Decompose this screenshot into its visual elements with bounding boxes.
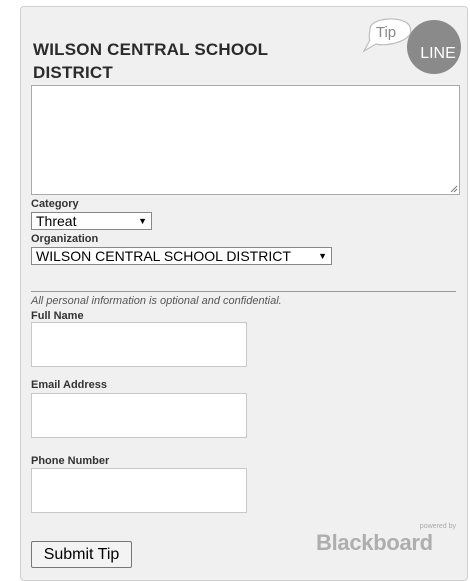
submit-tip-button[interactable]: Submit Tip [31,541,132,568]
logo-line-text: LINE [420,45,456,62]
divider [31,291,456,292]
category-selected-value: Threat [36,213,77,229]
logo-tip-text: Tip [376,24,396,41]
phone-input[interactable] [31,468,247,513]
powered-by-text: powered by [419,523,456,530]
privacy-note: All personal information is optional and… [31,295,282,307]
category-select[interactable]: Threat ▼ [31,212,152,230]
resize-grip-icon[interactable] [450,185,458,193]
tipline-logo: Tip LINE [362,18,461,74]
category-label: Category [31,198,79,210]
organization-selected-value: WILSON CENTRAL SCHOOL DISTRICT [36,248,291,264]
email-label: Email Address [31,379,108,391]
organization-label: Organization [31,233,99,245]
phone-label: Phone Number [31,455,110,467]
organization-select[interactable]: WILSON CENTRAL SCHOOL DISTRICT ▼ [31,247,332,265]
full-name-label: Full Name [31,310,84,322]
dropdown-arrow-icon: ▼ [318,251,327,261]
tip-description-textarea[interactable] [31,85,460,195]
blackboard-logo: Blackboard [316,530,433,555]
full-name-input[interactable] [31,322,247,367]
dropdown-arrow-icon: ▼ [138,216,147,226]
district-title: WILSON CENTRAL SCHOOL DISTRICT [33,40,268,82]
email-input[interactable] [31,393,247,438]
